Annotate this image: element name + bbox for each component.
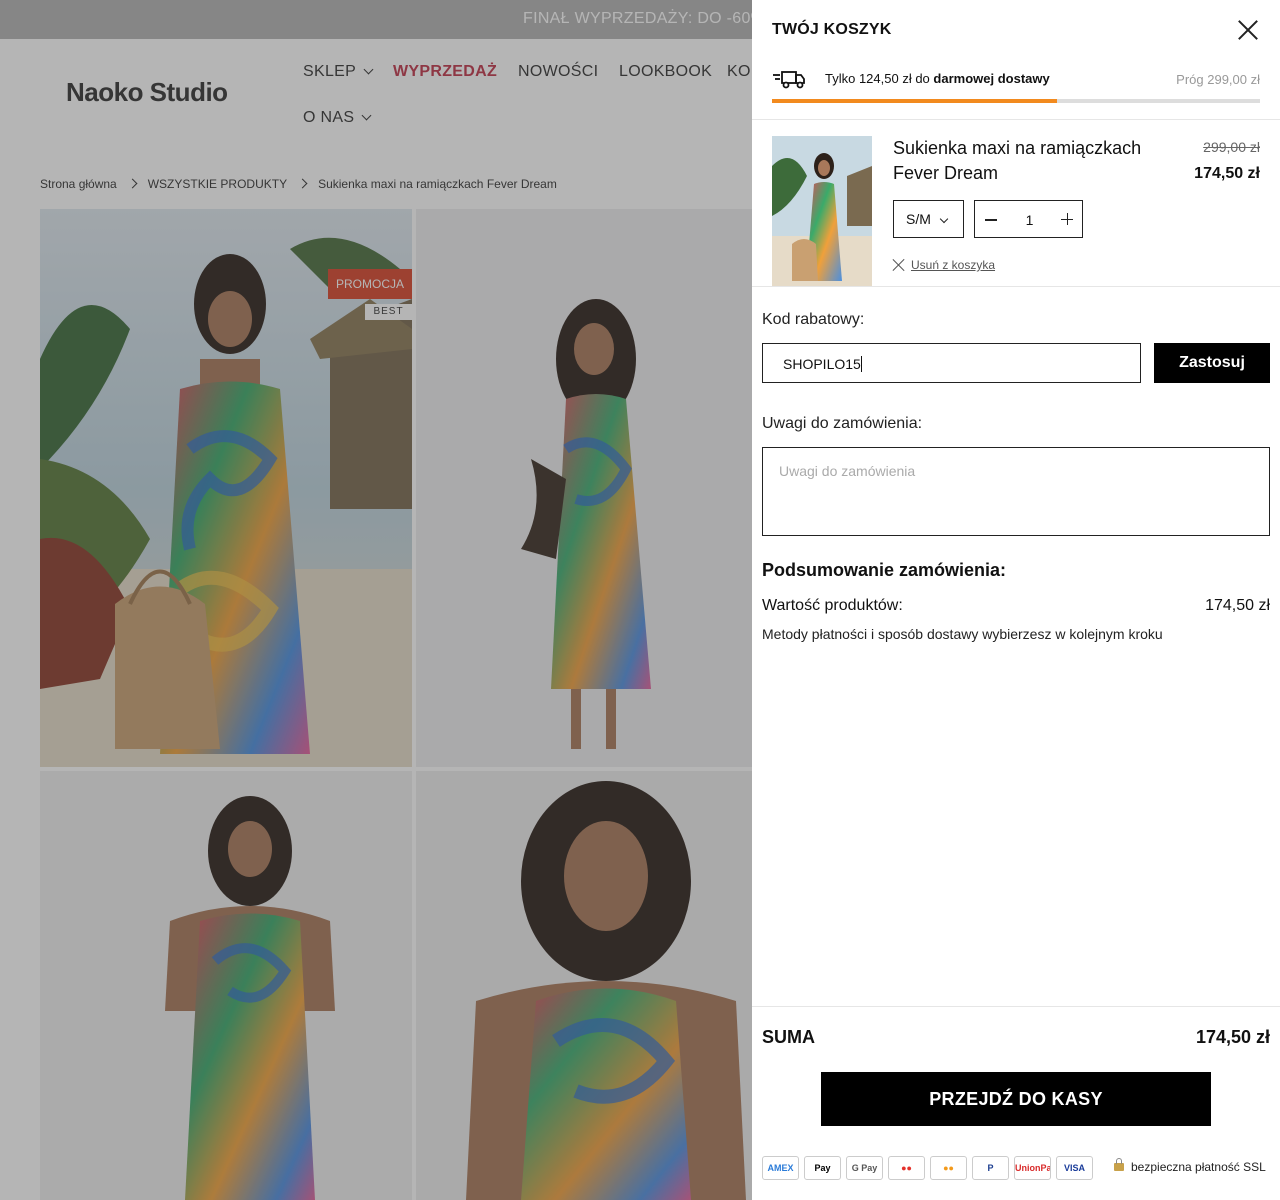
size-value: S/M	[906, 211, 931, 227]
truck-icon	[773, 71, 805, 89]
products-value-label: Wartość produktów:	[762, 597, 903, 614]
remove-item-button[interactable]: Usuń z koszyka	[893, 257, 995, 272]
visa-icon: VISA	[1056, 1156, 1093, 1180]
discount-code-value: SHOPILO15	[783, 356, 861, 372]
unionpay-icon: UnionPay	[1014, 1156, 1051, 1180]
divider	[752, 119, 1280, 120]
cart-item-name[interactable]: Sukienka maxi na ramiączkach Fever Dream	[893, 136, 1163, 186]
remove-item-label: Usuń z koszyka	[911, 258, 996, 272]
free-shipping-message: Tylko 124,50 zł do darmowej dostawy	[825, 71, 1050, 86]
amex-icon: AMEX	[762, 1156, 799, 1180]
shipping-prefix: Tylko 124,50 zł do	[825, 71, 934, 86]
ssl-badge: bezpieczna płatność SSL	[1114, 1158, 1266, 1174]
paypal-icon: P	[972, 1156, 1009, 1180]
shipping-bold: darmowej dostawy	[933, 71, 1050, 86]
summary-info: Metody płatności i sposób dostawy wybier…	[762, 626, 1163, 642]
size-select[interactable]: S/M	[893, 200, 964, 238]
notes-label: Uwagi do zamówienia:	[762, 415, 923, 432]
checkout-button[interactable]: PRZEJDŹ DO KASY	[821, 1072, 1211, 1126]
lock-icon	[1114, 1158, 1124, 1171]
cart-item-price: 174,50 zł	[1194, 165, 1260, 182]
text-cursor	[860, 356, 862, 372]
apply-discount-button[interactable]: Zastosuj	[1154, 343, 1270, 383]
order-notes-textarea[interactable]: Uwagi do zamówienia	[762, 447, 1270, 536]
total-value: 174,50 zł	[1195, 1027, 1270, 1047]
close-icon	[893, 259, 905, 271]
ssl-label: bezpieczna płatność SSL	[1131, 1160, 1266, 1174]
page-dim-overlay[interactable]	[0, 0, 752, 1200]
quantity-stepper[interactable]: 1	[974, 200, 1083, 238]
chevron-down-icon	[939, 214, 949, 224]
total-label: SUMA	[762, 1027, 815, 1047]
apple-pay-icon: Pay	[804, 1156, 841, 1180]
products-value: 174,50 zł	[1205, 597, 1270, 614]
cart-drawer: TWÓJ KOSZYK Tylko 124,50 zł do darmowej …	[752, 0, 1280, 1200]
divider	[752, 1006, 1280, 1007]
divider	[752, 286, 1280, 287]
cart-item-thumbnail[interactable]	[772, 136, 872, 286]
maestro-icon: ●●	[888, 1156, 925, 1180]
mastercard-icon: ●●	[930, 1156, 967, 1180]
close-icon[interactable]	[1238, 20, 1258, 40]
cart-item-old-price: 299,00 zł	[1203, 139, 1260, 155]
shipping-progress-bar	[772, 99, 1260, 103]
shipping-progress-fill	[772, 99, 1057, 103]
google-pay-icon: G Pay	[846, 1156, 883, 1180]
discount-code-input[interactable]: SHOPILO15	[762, 343, 1141, 383]
shipping-threshold: Próg 299,00 zł	[1176, 72, 1260, 87]
discount-label: Kod rabatowy:	[762, 311, 865, 328]
cart-title: TWÓJ KOSZYK	[772, 21, 892, 38]
summary-title: Podsumowanie zamówienia:	[762, 560, 1007, 580]
plus-icon[interactable]	[1061, 213, 1073, 225]
